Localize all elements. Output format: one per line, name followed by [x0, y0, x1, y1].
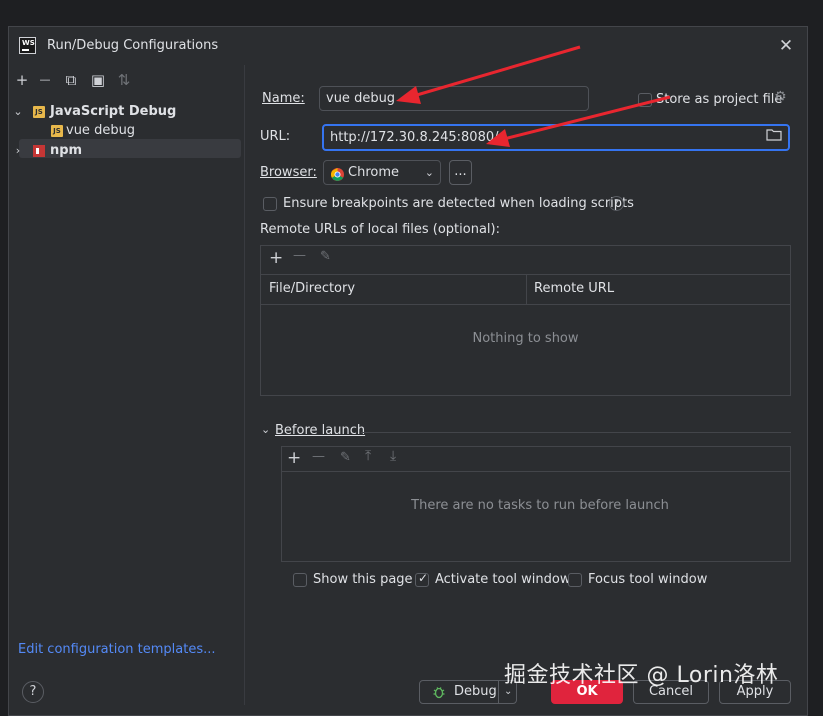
arrow-to-url [499, 95, 671, 142]
arrow-to-name [409, 45, 581, 99]
watermark: 掘金技术社区 @ Lorin洛林 [504, 663, 779, 688]
arrow-head-name [396, 86, 421, 104]
arrow-head-url [486, 129, 510, 147]
annotation-arrows [396, 45, 671, 147]
